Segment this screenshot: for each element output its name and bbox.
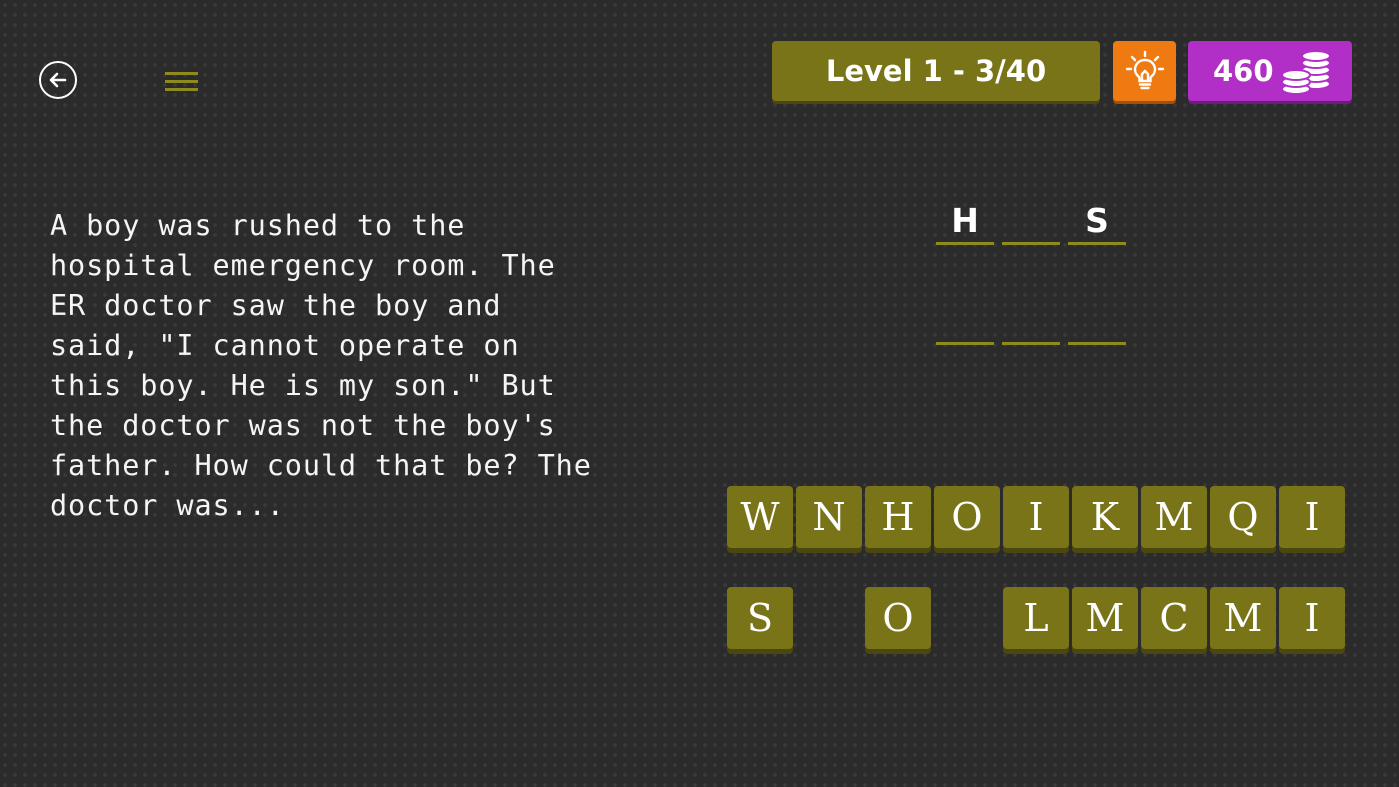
letter-tile[interactable]: H: [865, 486, 931, 548]
answer-slot[interactable]: H: [936, 201, 994, 245]
level-indicator: Level 1 - 3/40: [772, 41, 1100, 101]
letter-tile[interactable]: N: [796, 486, 862, 548]
letter-tile[interactable]: C: [1141, 587, 1207, 649]
answer-slot[interactable]: [1002, 301, 1060, 345]
answer-slot[interactable]: [1002, 201, 1060, 245]
coins-count: 460: [1213, 54, 1274, 88]
back-button[interactable]: [39, 61, 77, 99]
letter-tile[interactable]: Q: [1210, 486, 1276, 548]
letter-tile[interactable]: O: [934, 486, 1000, 548]
riddle-text: A boy was rushed to the hospital emergen…: [50, 209, 592, 522]
letter-tile[interactable]: K: [1072, 486, 1138, 548]
answer-slot[interactable]: S: [1068, 201, 1126, 245]
letter-tile[interactable]: I: [1279, 486, 1345, 548]
answer-slot[interactable]: [936, 301, 994, 345]
letter-tile[interactable]: I: [1279, 587, 1345, 649]
coins-indicator: 460: [1188, 41, 1352, 101]
hamburger-menu-icon: [165, 72, 198, 75]
letter-tile[interactable]: L: [1003, 587, 1069, 649]
coin-stack-icon: [1280, 50, 1331, 95]
answer-slot[interactable]: [1068, 301, 1126, 345]
menu-button[interactable]: [165, 72, 198, 96]
back-arrow-icon: [49, 72, 67, 88]
letter-tile[interactable]: O: [865, 587, 931, 649]
hamburger-menu-bar: [165, 80, 198, 83]
level-label: Level 1 - 3/40: [825, 54, 1047, 88]
hamburger-menu-bar: [165, 88, 198, 91]
letter-tile[interactable]: M: [1141, 486, 1207, 548]
letter-tile[interactable]: W: [727, 486, 793, 548]
lightbulb-icon: [1125, 50, 1164, 90]
letter-tile[interactable]: S: [727, 587, 793, 649]
letter-tile[interactable]: M: [1210, 587, 1276, 649]
letter-tile[interactable]: I: [1003, 486, 1069, 548]
hint-button[interactable]: [1113, 41, 1176, 101]
letter-tile[interactable]: M: [1072, 587, 1138, 649]
